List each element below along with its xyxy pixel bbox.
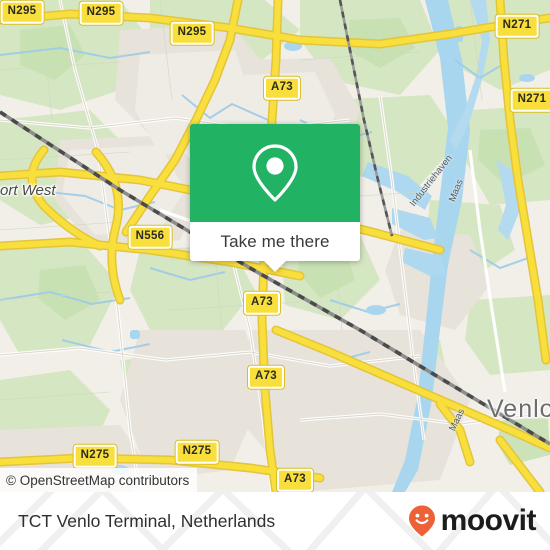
road-shield: N295 bbox=[170, 21, 214, 45]
road-shield: N275 bbox=[73, 444, 117, 468]
road-shield: N556 bbox=[128, 225, 172, 249]
road-shield: A73 bbox=[277, 468, 313, 492]
moovit-wordmark: moovit bbox=[440, 504, 537, 537]
road-shield: A73 bbox=[264, 76, 300, 100]
road-shield: A73 bbox=[244, 291, 280, 315]
osm-attribution-text: © OpenStreetMap contributors bbox=[6, 472, 190, 488]
road-shield: A73 bbox=[248, 365, 284, 389]
footer-bar: TCT Venlo Terminal, Netherlands moovit bbox=[0, 492, 550, 550]
road-shield: N295 bbox=[79, 1, 123, 25]
take-me-there-callout[interactable]: Take me there bbox=[190, 124, 360, 272]
osm-attribution[interactable]: © OpenStreetMap contributors bbox=[0, 468, 198, 492]
road-shield: N295 bbox=[0, 0, 44, 24]
callout-action-panel[interactable]: Take me there bbox=[190, 222, 360, 261]
callout-pointer-tail bbox=[264, 261, 286, 272]
road-shield: N275 bbox=[175, 440, 219, 464]
callout-icon-panel bbox=[190, 124, 360, 222]
moovit-logo[interactable]: moovit bbox=[405, 492, 537, 550]
take-me-there-label: Take me there bbox=[220, 231, 330, 251]
place-title-text: TCT Venlo Terminal, Netherlands bbox=[18, 510, 276, 531]
moovit-pin-smile-icon bbox=[408, 505, 435, 537]
moovit-place-card: N295 N295 N295 N271 N271 A73 N556 A73 A73 N275 N27… bbox=[0, 0, 550, 550]
road-shield: N271 bbox=[495, 14, 539, 38]
map-city-label: Venlo bbox=[487, 395, 550, 423]
map-pin-icon bbox=[252, 144, 298, 202]
map-place-label: ort West bbox=[0, 182, 56, 199]
road-shield: N271 bbox=[510, 88, 550, 112]
place-title: TCT Venlo Terminal, Netherlands bbox=[18, 492, 275, 550]
